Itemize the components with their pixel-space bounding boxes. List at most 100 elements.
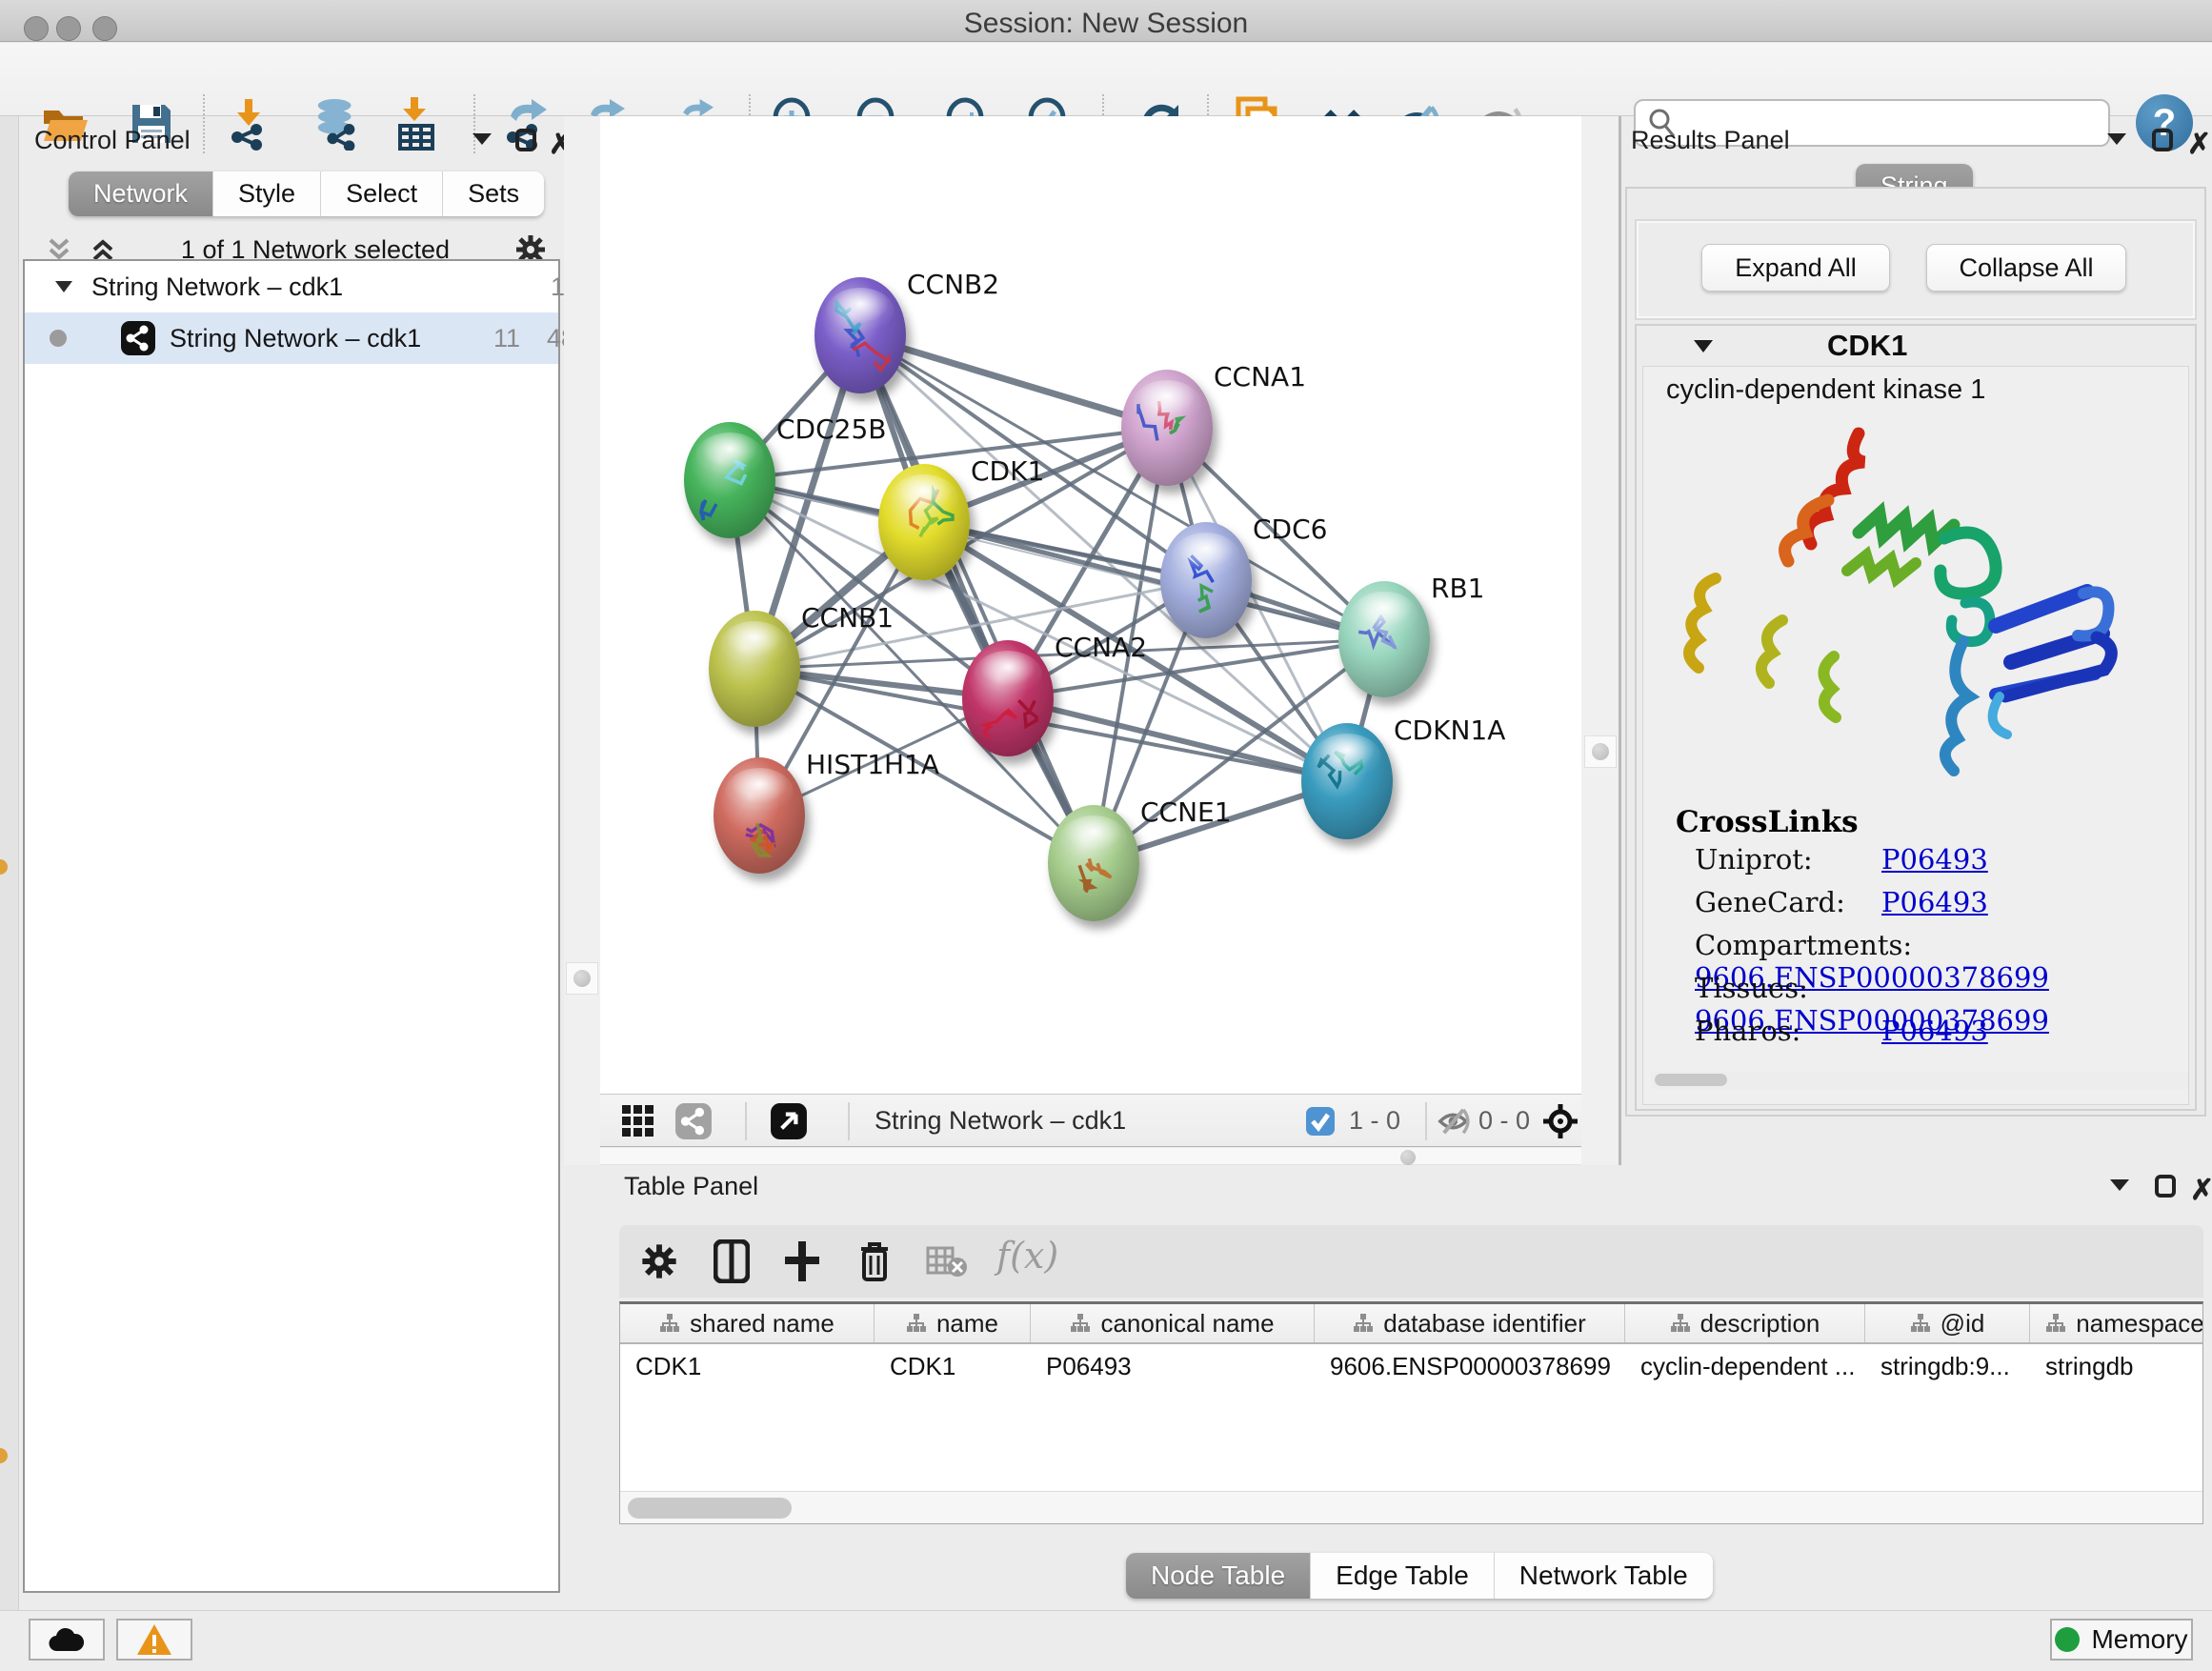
network-node-cdc25b[interactable]: CDC25B xyxy=(684,413,887,538)
delete-table-icon[interactable] xyxy=(922,1237,972,1286)
table-panel-header: Table Panel ✗ xyxy=(624,1172,2205,1210)
detach-view-icon[interactable] xyxy=(768,1100,810,1142)
network-node-cdkn1a[interactable]: CDKN1A xyxy=(1301,715,1505,839)
network-canvas[interactable]: CCNB2CCNA1CDC25BCDK1CDC6RB1CCNB1CCNA2CDK… xyxy=(600,116,1581,1094)
cloud-status-button[interactable] xyxy=(29,1619,105,1661)
column-header-name[interactable]: name xyxy=(875,1304,1031,1342)
protein-name: CDK1 xyxy=(1827,329,1907,363)
protein-details: cyclin-dependent kinase 1 xyxy=(1642,366,2189,1105)
network-node-hist1h1a[interactable]: HIST1H1A xyxy=(714,749,939,874)
warnings-button[interactable] xyxy=(116,1619,192,1661)
network-view-icon[interactable] xyxy=(673,1100,714,1142)
disclosure-triangle-icon[interactable] xyxy=(53,279,74,294)
control-panel-tabs: NetworkStyleSelectSets xyxy=(69,171,544,216)
collapse-triangle-icon[interactable] xyxy=(1692,338,1715,354)
bottom-splitter-handle[interactable] xyxy=(1400,1150,1416,1165)
collapse-all-button[interactable]: Collapse All xyxy=(1926,244,2126,292)
left-splitter-handle[interactable] xyxy=(566,962,598,995)
hidden-node-edge-counts: 0 - 0 xyxy=(1478,1106,1530,1136)
nav-separator xyxy=(1425,1102,1427,1140)
tab-style[interactable]: Style xyxy=(213,171,321,216)
table-row[interactable]: CDK1CDK1P064939606.ENSP00000378699cyclin… xyxy=(620,1344,2202,1388)
results-hscroll-thumb[interactable] xyxy=(1655,1074,1727,1086)
tab-select[interactable]: Select xyxy=(321,171,443,216)
column-label: name xyxy=(936,1309,998,1339)
tab-network[interactable]: Network xyxy=(69,171,213,216)
crosslink-link[interactable]: P06493 xyxy=(1881,1015,1988,1047)
delete-column-icon[interactable] xyxy=(850,1237,899,1286)
maximize-panel-icon[interactable] xyxy=(2154,1174,2177,1198)
hidden-eye-slash-icon[interactable] xyxy=(1435,1100,1477,1142)
show-columns-icon[interactable] xyxy=(707,1237,756,1286)
collapsed-side-strip[interactable] xyxy=(0,116,19,1610)
maximize-panel-icon[interactable] xyxy=(514,128,537,152)
crosslinks-heading: CrossLinks xyxy=(1676,805,1859,839)
close-panel-icon[interactable]: ✗ xyxy=(2190,1174,2212,1207)
collection-label: String Network – cdk1 xyxy=(91,272,343,302)
crosslink-link[interactable]: P06493 xyxy=(1881,843,1988,876)
node-label: CDKN1A xyxy=(1394,715,1505,746)
node-label: RB1 xyxy=(1431,573,1484,604)
grid-view-icon[interactable] xyxy=(617,1100,659,1142)
tab-sets[interactable]: Sets xyxy=(443,171,544,216)
node-label: HIST1H1A xyxy=(806,749,939,780)
right-splitter-handle[interactable] xyxy=(1584,735,1617,768)
tab-network-table[interactable]: Network Table xyxy=(1495,1553,1713,1599)
table-cell: stringdb xyxy=(2030,1344,2203,1388)
network-state-dot xyxy=(50,330,67,347)
column-header-namespace[interactable]: namespace xyxy=(2030,1304,2203,1342)
apply-function-icon[interactable]: f(x) xyxy=(996,1235,1058,1277)
table-hscrollbar[interactable] xyxy=(620,1491,2202,1523)
node-label: CCNE1 xyxy=(1140,796,1232,828)
table-cell: CDK1 xyxy=(620,1344,875,1388)
table-cell: 9606.ENSP00000378699 xyxy=(1315,1344,1625,1388)
network-node-ccnb2[interactable]: CCNB2 xyxy=(814,269,999,393)
birds-eye-view-icon[interactable] xyxy=(1539,1100,1581,1142)
strip-icon xyxy=(0,859,8,875)
table-hscroll-thumb[interactable] xyxy=(628,1498,792,1519)
nav-separator xyxy=(745,1102,747,1140)
left-splitter[interactable] xyxy=(564,116,600,1165)
selected-node-edge-counts: 1 - 0 xyxy=(1349,1106,1400,1136)
float-panel-icon[interactable] xyxy=(2105,131,2128,147)
table-panel-title: Table Panel xyxy=(624,1172,758,1201)
column-header-database-identifier[interactable]: database identifier xyxy=(1315,1304,1625,1342)
selected-checkbox[interactable] xyxy=(1305,1106,1336,1137)
column-header-shared-name[interactable]: shared name xyxy=(620,1304,875,1342)
network-collection-row[interactable]: String Network – cdk1 1 xyxy=(25,261,558,312)
tab-edge-table[interactable]: Edge Table xyxy=(1311,1553,1495,1599)
node-label: CDC6 xyxy=(1253,513,1327,545)
crosslink-label: Tissues: xyxy=(1695,972,1881,1004)
memory-button[interactable]: Memory xyxy=(2050,1619,2193,1661)
table-options-gear-icon[interactable] xyxy=(634,1237,684,1286)
tab-node-table[interactable]: Node Table xyxy=(1126,1553,1311,1599)
right-splitter[interactable] xyxy=(1581,116,1621,1165)
close-panel-icon[interactable]: ✗ xyxy=(2187,128,2211,161)
float-panel-icon[interactable] xyxy=(2108,1178,2131,1193)
network-row[interactable]: String Network – cdk1 11 48 xyxy=(25,312,558,364)
column-label: description xyxy=(1700,1309,1820,1339)
maximize-panel-icon[interactable] xyxy=(2151,128,2174,152)
network-node-rb1[interactable]: RB1 xyxy=(1338,573,1484,697)
network-edge[interactable] xyxy=(860,335,1167,428)
column-header-description[interactable]: description xyxy=(1625,1304,1865,1342)
column-label: database identifier xyxy=(1383,1309,1585,1339)
expand-all-button[interactable]: Expand All xyxy=(1701,244,1890,292)
crosslink-label: Uniprot: xyxy=(1695,843,1881,876)
create-column-icon[interactable] xyxy=(777,1237,827,1286)
table-toolbar: f(x) xyxy=(619,1225,2203,1298)
crosslink-link[interactable]: P06493 xyxy=(1881,886,1988,918)
string-network-graph[interactable]: CCNB2CCNA1CDC25BCDK1CDC6RB1CCNB1CCNA2CDK… xyxy=(600,116,1581,1094)
memory-status-dot xyxy=(2055,1627,2080,1652)
bottom-splitter[interactable] xyxy=(600,1148,1581,1165)
float-panel-icon[interactable] xyxy=(471,131,493,147)
results-hscrollbar[interactable] xyxy=(1651,1072,2189,1089)
column-header-at-id[interactable]: @id xyxy=(1865,1304,2030,1342)
network-node-ccne1[interactable]: CCNE1 xyxy=(1048,796,1232,921)
protein-card-header[interactable]: CDK1 xyxy=(1637,326,2195,366)
column-header-canonical-name[interactable]: canonical name xyxy=(1031,1304,1315,1342)
crosslink-row: Pharos:P06493 xyxy=(1695,1015,1988,1047)
network-list: String Network – cdk1 1 String Network –… xyxy=(23,259,560,1593)
main-toolbar: ? xyxy=(0,43,2212,116)
network-node-ccna1[interactable]: CCNA1 xyxy=(1121,361,1306,486)
